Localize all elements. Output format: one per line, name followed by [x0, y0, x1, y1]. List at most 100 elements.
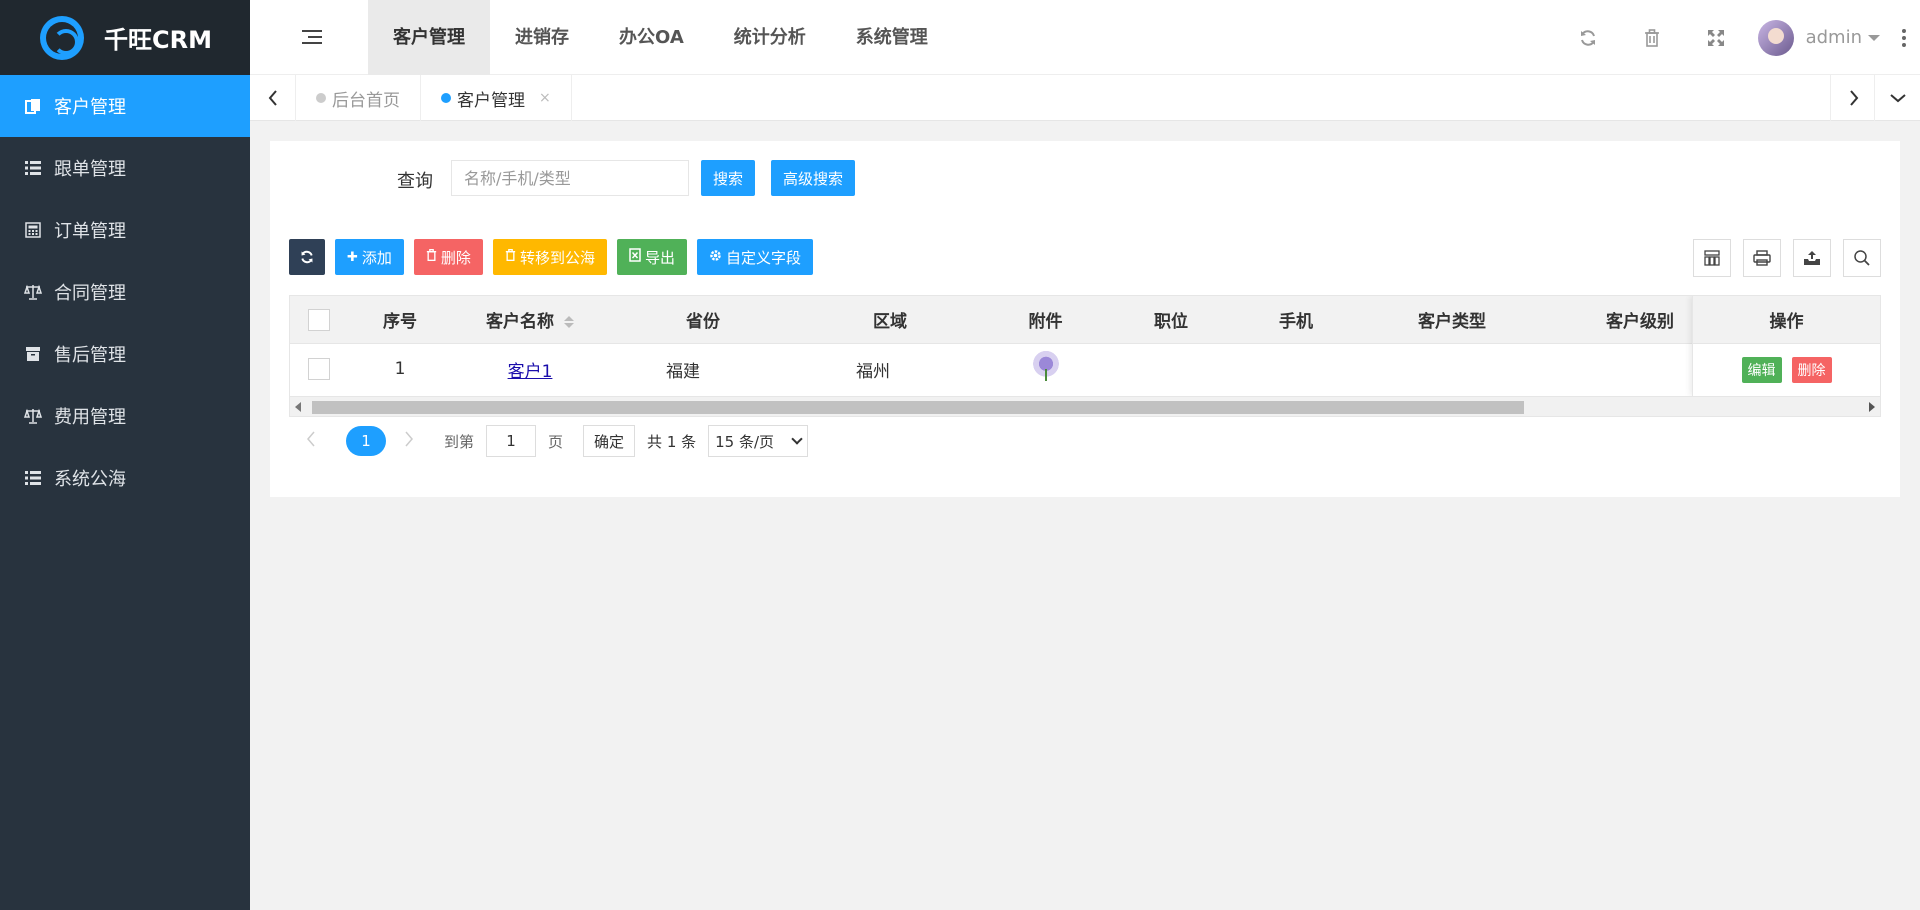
actions-column: 操作 编辑 删除 [1692, 296, 1880, 396]
add-button[interactable]: ✚ 添加 [335, 239, 404, 275]
sidebar-item-contracts[interactable]: 合同管理 [0, 261, 250, 323]
row-delete-button[interactable]: 删除 [1791, 357, 1832, 383]
fullscreen-icon[interactable] [1684, 0, 1748, 75]
table-tools [1693, 239, 1881, 277]
custom-fields-button-label: 自定义字段 [725, 248, 801, 267]
sidebar-item-label: 系统公海 [54, 469, 126, 490]
customer-table: 序号 客户名称 省份 区域 附件 职位 手机 客户类型 客户级别 1 客户1 福… [289, 295, 1881, 417]
sidebar-item-label: 合同管理 [54, 283, 126, 304]
top-nav-system[interactable]: 系统管理 [831, 0, 953, 75]
tab-bar: 后台首页 客户管理 × [250, 75, 1920, 121]
search-icon[interactable] [1843, 239, 1881, 277]
attachment-thumbnail[interactable] [1032, 350, 1059, 383]
total-count: 共 1 条 [647, 432, 697, 451]
sidebar-item-public-pool[interactable]: 系统公海 [0, 447, 250, 509]
sidebar-item-aftersales[interactable]: 售后管理 [0, 323, 250, 385]
tab-label: 客户管理 [457, 90, 525, 111]
search-input[interactable] [451, 160, 689, 196]
sidebar-item-label: 售后管理 [54, 345, 126, 366]
page-size-value: 15 条/页 [715, 432, 775, 451]
tab-customers[interactable]: 客户管理 × [421, 75, 572, 121]
next-page-icon[interactable] [404, 431, 424, 452]
column-header-sortable[interactable]: 客户名称 [452, 307, 608, 332]
columns-icon[interactable] [1693, 239, 1731, 277]
top-nav-statistics[interactable]: 统计分析 [709, 0, 831, 75]
scale-icon [24, 283, 42, 301]
calculator-icon [24, 221, 42, 239]
column-header: 省份 [686, 312, 720, 332]
export-button-label: 导出 [644, 248, 675, 267]
advanced-search-button[interactable]: 高级搜索 [771, 160, 856, 196]
export-icon[interactable] [1793, 239, 1831, 277]
table-row: 1 客户1 福建 福州 [290, 344, 1880, 394]
logo-text: 千旺CRM [104, 26, 212, 54]
gear-icon [709, 249, 722, 266]
customer-name-link[interactable]: 客户1 [508, 362, 553, 382]
sidebar-item-label: 跟单管理 [54, 159, 126, 180]
delete-button-label: 删除 [440, 248, 471, 267]
page-size-select[interactable]: 15 条/页 [708, 425, 809, 457]
tab-scroll-right-icon[interactable] [1830, 75, 1876, 121]
tab-options-chevron-down-icon[interactable] [1874, 75, 1920, 121]
column-header: 手机 [1279, 312, 1313, 332]
tab-dot-icon [441, 93, 451, 103]
top-nav-office[interactable]: 办公OA [594, 0, 709, 75]
column-header: 职位 [1154, 312, 1188, 332]
user-menu[interactable]: admin [1757, 19, 1880, 56]
refresh-button[interactable] [289, 239, 325, 275]
print-icon[interactable] [1743, 239, 1781, 277]
top-nav: 客户管理 进销存 办公OA 统计分析 系统管理 [368, 0, 953, 75]
logo-icon [40, 15, 84, 60]
transfer-to-pool-button[interactable]: 转移到公海 [492, 239, 607, 275]
tab-scroll-left-icon[interactable] [250, 75, 296, 121]
sidebar-item-expenses[interactable]: 费用管理 [0, 385, 250, 447]
goto-confirm-button[interactable]: 确定 [583, 425, 636, 457]
edit-button[interactable]: 编辑 [1741, 357, 1782, 383]
cell-province: 福建 [666, 361, 700, 382]
search-label: 查询 [397, 171, 433, 192]
sidebar-item-orders[interactable]: 订单管理 [0, 199, 250, 261]
menu-toggle-icon[interactable] [302, 28, 322, 46]
tab-dot-icon [316, 93, 326, 103]
delete-button[interactable]: 删除 [413, 239, 483, 275]
tabs: 后台首页 客户管理 × [296, 75, 572, 121]
tab-home[interactable]: 后台首页 [296, 75, 421, 121]
close-icon[interactable]: × [539, 90, 551, 106]
cell-index: 1 [394, 359, 406, 379]
prev-page-icon[interactable] [306, 431, 326, 452]
row-checkbox[interactable] [308, 358, 330, 380]
actions-header: 操作 [1693, 296, 1880, 344]
column-header-label: 客户名称 [486, 312, 554, 332]
pagination: 1 到第 页 确定 共 1 条 15 条/页 [306, 425, 809, 457]
scroll-thumb[interactable] [312, 401, 1524, 414]
sidebar: 千旺CRM 客户管理 跟单管理 订单管理 合同管理 售后管理 费用管理 系统公海 [0, 0, 250, 910]
contacts-icon [24, 97, 42, 115]
transfer-button-label: 转移到公海 [519, 248, 595, 267]
sidebar-item-label: 订单管理 [54, 221, 126, 242]
current-page[interactable]: 1 [346, 426, 386, 456]
search-button[interactable]: 搜索 [701, 160, 756, 196]
top-nav-customers[interactable]: 客户管理 [368, 0, 490, 75]
scroll-right-icon[interactable] [1869, 402, 1875, 412]
list-icon [24, 159, 42, 177]
horizontal-scrollbar[interactable] [290, 396, 1880, 416]
user-name: admin [1805, 27, 1862, 48]
sort-icon[interactable] [564, 316, 574, 328]
content-panel: 查询 搜索 高级搜索 ✚ 添加 删除 转移到公海 导出 [270, 141, 1900, 497]
sidebar-item-follow[interactable]: 跟单管理 [0, 137, 250, 199]
cell-customer-name: 客户1 [452, 357, 608, 382]
top-header: 客户管理 进销存 办公OA 统计分析 系统管理 admin [250, 0, 1920, 75]
top-nav-inventory[interactable]: 进销存 [490, 0, 594, 75]
goto-page-input[interactable] [486, 425, 537, 457]
chevron-down-icon [791, 433, 803, 445]
export-button[interactable]: 导出 [616, 239, 687, 275]
refresh-icon[interactable] [1556, 0, 1620, 75]
select-all-checkbox[interactable] [308, 308, 330, 331]
archive-icon [24, 345, 42, 363]
sidebar-item-customers[interactable]: 客户管理 [0, 75, 250, 137]
more-icon[interactable] [1894, 28, 1914, 47]
trash-icon[interactable] [1620, 0, 1684, 75]
custom-fields-button[interactable]: 自定义字段 [696, 239, 813, 275]
scroll-left-icon[interactable] [295, 402, 301, 412]
plus-icon: ✚ [347, 249, 358, 265]
